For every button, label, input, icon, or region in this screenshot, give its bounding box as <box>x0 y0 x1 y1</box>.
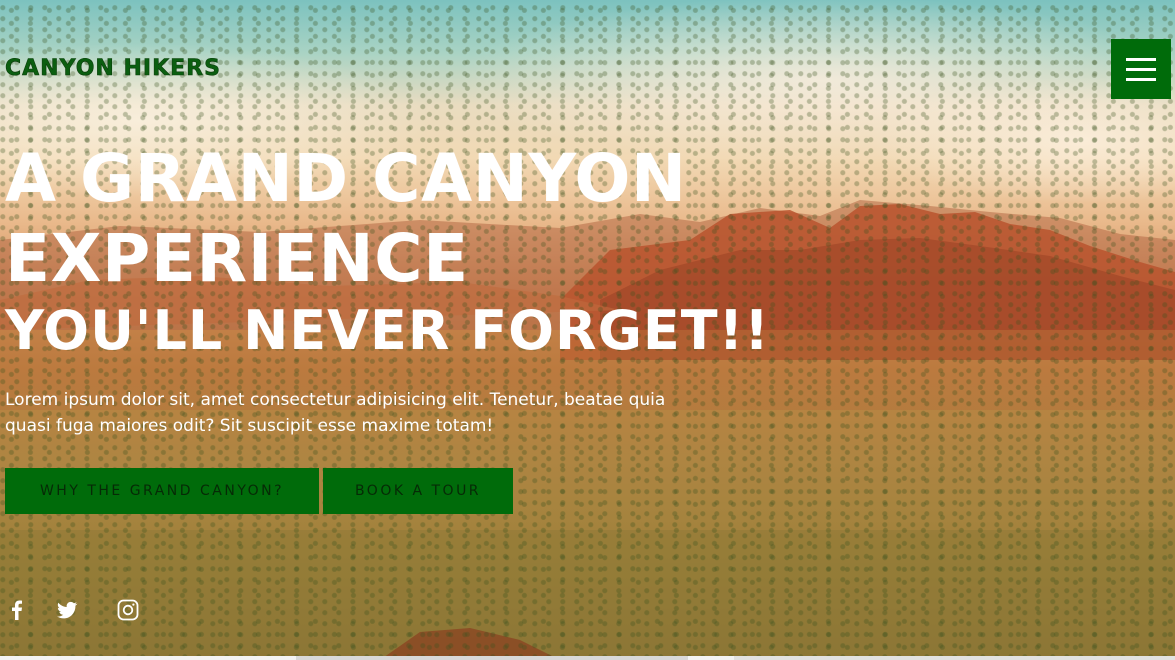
menu-button[interactable] <box>1111 39 1171 99</box>
headline-line-3: YOU'LL NEVER FORGET!! <box>5 299 770 362</box>
hero-headline: A GRAND CANYON EXPERIENCE YOU'LL NEVER F… <box>5 146 770 368</box>
hamburger-icon-bar-bottom <box>1126 77 1156 81</box>
site-logo[interactable]: CANYON HIKERS <box>5 56 221 82</box>
why-grand-canyon-button[interactable]: WHY THE GRAND CANYON? <box>5 468 319 514</box>
bottom-bar-segment <box>734 656 1175 660</box>
hamburger-icon-bar-top <box>1126 57 1156 61</box>
headline-line-1: A GRAND CANYON <box>5 140 687 217</box>
facebook-icon[interactable] <box>5 598 29 622</box>
bottom-bar-segment <box>0 656 296 660</box>
headline-line-2: EXPERIENCE <box>5 220 469 297</box>
twitter-icon[interactable] <box>55 598 79 622</box>
instagram-icon[interactable] <box>116 598 140 622</box>
hero-lead-text: Lorem ipsum dolor sit, amet consectetur … <box>5 390 666 436</box>
hero-section: CANYON HIKERS A GRAND CANYON EXPERIENCE … <box>0 0 1175 660</box>
hamburger-icon-bar-middle <box>1126 67 1156 71</box>
bottom-bar-segment <box>688 656 734 660</box>
book-a-tour-button[interactable]: BOOK A TOUR <box>323 468 513 514</box>
bottom-edge-bar <box>0 656 1175 660</box>
bottom-bar-segment <box>296 656 688 660</box>
